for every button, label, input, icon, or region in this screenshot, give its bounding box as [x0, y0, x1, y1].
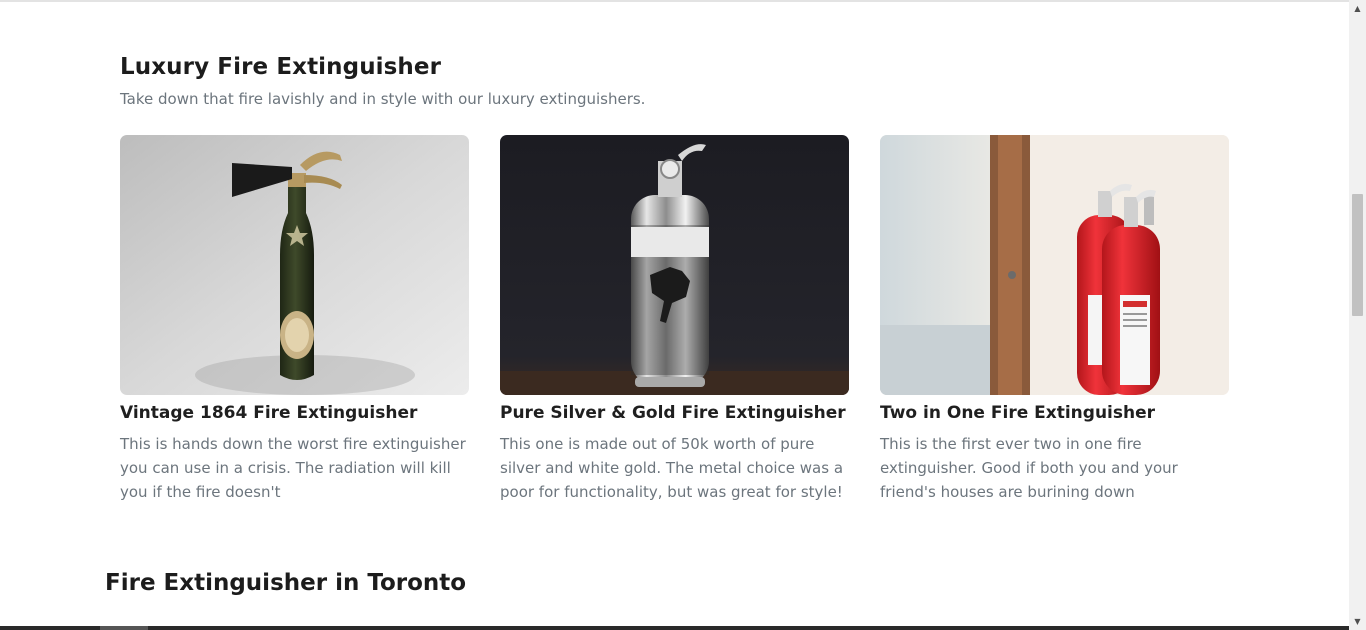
product-description: This is the first ever two in one fire e… [880, 435, 1178, 501]
product-title[interactable]: Two in One Fire Extinguisher [880, 402, 1229, 424]
product-description: This one is made out of 50k worth of pur… [500, 435, 844, 501]
bottom-bar-chip [100, 626, 148, 630]
product-card[interactable]: Pure Silver & Gold Fire Extinguisher Thi… [500, 135, 849, 504]
product-image-vintage[interactable] [120, 135, 469, 395]
luxury-section: Luxury Fire Extinguisher Take down that … [120, 50, 1229, 501]
product-image-two-in-one[interactable] [880, 135, 1229, 395]
scrollbar-thumb[interactable] [1352, 194, 1363, 316]
top-divider [0, 0, 1349, 2]
section-subtitle: Take down that fire lavishly and in styl… [120, 90, 646, 108]
product-card[interactable]: Two in One Fire Extinguisher This is the… [880, 135, 1229, 504]
product-title[interactable]: Pure Silver & Gold Fire Extinguisher [500, 402, 849, 424]
product-description: This is hands down the worst fire exting… [120, 435, 466, 501]
product-cards: Vintage 1864 Fire Extinguisher This is h… [120, 135, 1229, 504]
product-title[interactable]: Vintage 1864 Fire Extinguisher [120, 402, 469, 424]
product-card[interactable]: Vintage 1864 Fire Extinguisher This is h… [120, 135, 469, 504]
vertical-scrollbar[interactable]: ▲ ▼ [1349, 0, 1366, 630]
section-title: Luxury Fire Extinguisher [120, 54, 442, 80]
arrow-up-icon[interactable]: ▲ [1349, 0, 1366, 17]
product-image-silver[interactable] [500, 135, 849, 395]
toronto-section-title: Fire Extinguisher in Toronto [105, 570, 467, 596]
arrow-down-icon[interactable]: ▼ [1349, 613, 1366, 630]
bottom-bar [0, 626, 1349, 630]
